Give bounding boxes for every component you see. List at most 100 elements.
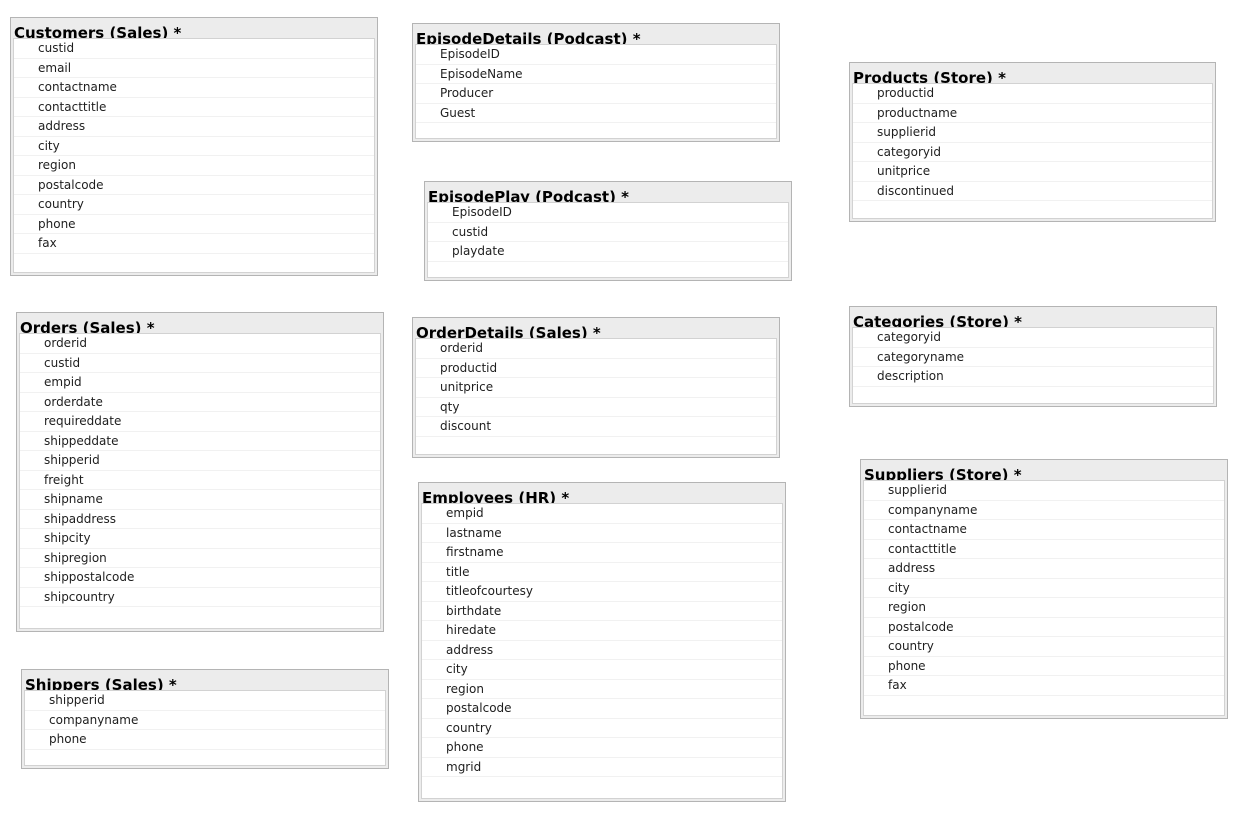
column-row[interactable]: country <box>864 637 1224 657</box>
table-orderdetails[interactable]: OrderDetails (Sales) * orderid productid u… <box>412 317 780 458</box>
column-row[interactable]: postalcode <box>422 699 782 719</box>
column-row[interactable]: fax <box>14 234 374 254</box>
column-row[interactable]: orderid <box>20 334 380 354</box>
column-row[interactable]: orderid <box>416 339 776 359</box>
table-suppliers[interactable]: Suppliers (Store) * supplierid companynam… <box>860 459 1228 719</box>
column-row[interactable]: lastname <box>422 524 782 543</box>
table-title-bar[interactable]: OrderDetails (Sales) * <box>415 318 777 338</box>
column-row[interactable]: productid <box>416 359 776 378</box>
column-row[interactable]: empid <box>422 504 782 524</box>
column-row[interactable]: custid <box>428 223 788 242</box>
column-row[interactable]: birthdate <box>422 602 782 621</box>
column-row[interactable]: address <box>422 641 782 660</box>
column-list[interactable]: EpisodeID custid playdate <box>427 202 789 278</box>
column-row[interactable]: fax <box>864 676 1224 696</box>
column-row[interactable]: Producer <box>416 84 776 104</box>
column-row[interactable]: shipperid <box>20 451 380 471</box>
column-row[interactable]: contactname <box>864 520 1224 540</box>
table-title-bar[interactable]: Orders (Sales) * <box>19 313 381 333</box>
column-row[interactable]: hiredate <box>422 621 782 641</box>
column-row[interactable]: shipperid <box>25 691 385 711</box>
column-list[interactable]: orderid custid empid orderdate requireddate s… <box>19 333 381 629</box>
column-row[interactable]: mgrid <box>422 758 782 777</box>
column-row[interactable]: shipaddress <box>20 510 380 529</box>
column-row[interactable]: city <box>14 137 374 156</box>
column-row[interactable]: phone <box>25 730 385 750</box>
column-row[interactable]: address <box>864 559 1224 579</box>
column-row[interactable]: empid <box>20 373 380 393</box>
column-row[interactable]: phone <box>422 738 782 758</box>
table-title-bar[interactable]: Customers (Sales) * <box>13 18 375 38</box>
column-row[interactable]: shipregion <box>20 549 380 568</box>
column-row[interactable]: supplierid <box>864 481 1224 501</box>
column-row[interactable]: phone <box>864 657 1224 676</box>
table-title-bar[interactable]: Suppliers (Store) * <box>863 460 1225 480</box>
column-row[interactable]: requireddate <box>20 412 380 432</box>
column-row[interactable]: shipname <box>20 490 380 510</box>
column-row[interactable]: playdate <box>428 242 788 262</box>
column-row[interactable]: companyname <box>25 711 385 730</box>
table-title-bar[interactable]: Products (Store) * <box>852 63 1213 83</box>
column-row[interactable]: unitprice <box>853 162 1212 182</box>
table-title-bar[interactable]: Shippers (Sales) * <box>24 670 386 690</box>
column-row[interactable]: shippeddate <box>20 432 380 451</box>
column-row[interactable]: productid <box>853 84 1212 104</box>
table-title-bar[interactable]: Employees (HR) * <box>421 483 783 503</box>
column-row[interactable]: custid <box>14 39 374 59</box>
column-row[interactable]: phone <box>14 215 374 234</box>
column-row[interactable]: discount <box>416 417 776 437</box>
column-row[interactable]: shippostalcode <box>20 568 380 588</box>
column-list[interactable]: empid lastname firstname title titleofcourte… <box>421 503 783 799</box>
table-title-bar[interactable]: Categories (Store) * <box>852 307 1214 327</box>
column-row[interactable]: discontinued <box>853 182 1212 201</box>
column-list[interactable]: EpisodeID EpisodeName Producer Guest <box>415 44 777 139</box>
table-employees[interactable]: Employees (HR) * empid lastname firstname t… <box>418 482 786 802</box>
column-list[interactable]: categoryid categoryname description <box>852 327 1214 404</box>
column-list[interactable]: shipperid companyname phone <box>24 690 386 766</box>
column-row[interactable]: region <box>14 156 374 176</box>
table-title-bar[interactable]: EpisodePlay (Podcast) * <box>427 182 789 202</box>
column-row[interactable]: postalcode <box>864 618 1224 637</box>
column-list[interactable]: custid email contactname contacttitle addres… <box>13 38 375 273</box>
column-row[interactable]: unitprice <box>416 378 776 398</box>
column-row[interactable]: categoryname <box>853 348 1213 367</box>
column-row[interactable]: categoryid <box>853 143 1212 162</box>
column-row[interactable]: custid <box>20 354 380 373</box>
column-row[interactable]: EpisodeID <box>416 45 776 65</box>
column-row[interactable]: companyname <box>864 501 1224 520</box>
column-row[interactable]: country <box>14 195 374 215</box>
table-episodedetails[interactable]: EpisodeDetails (Podcast) * EpisodeID Epis… <box>412 23 780 142</box>
column-list[interactable]: orderid productid unitprice qty discount <box>415 338 777 455</box>
column-list[interactable]: productid productname supplierid categoryid… <box>852 83 1213 219</box>
column-row[interactable]: firstname <box>422 543 782 563</box>
column-row[interactable]: shipcity <box>20 529 380 549</box>
column-list[interactable]: supplierid companyname contactname contactt… <box>863 480 1225 716</box>
column-row[interactable]: Guest <box>416 104 776 123</box>
column-row[interactable]: EpisodeID <box>428 203 788 223</box>
column-row[interactable]: description <box>853 367 1213 387</box>
column-row[interactable]: titleofcourtesy <box>422 582 782 602</box>
table-customers[interactable]: Customers (Sales) * custid email contactna… <box>10 17 378 276</box>
column-row[interactable]: contacttitle <box>864 540 1224 559</box>
column-row[interactable]: country <box>422 719 782 738</box>
column-row[interactable]: email <box>14 59 374 78</box>
column-row[interactable]: freight <box>20 471 380 490</box>
column-row[interactable]: city <box>422 660 782 680</box>
column-row[interactable]: productname <box>853 104 1212 123</box>
table-title-bar[interactable]: EpisodeDetails (Podcast) * <box>415 24 777 44</box>
column-row[interactable]: shipcountry <box>20 588 380 607</box>
table-episodeplay[interactable]: EpisodePlay (Podcast) * EpisodeID custid p… <box>424 181 792 281</box>
column-row[interactable]: title <box>422 563 782 582</box>
table-categories[interactable]: Categories (Store) * categoryid categoryn… <box>849 306 1217 407</box>
column-row[interactable]: address <box>14 117 374 137</box>
column-row[interactable]: EpisodeName <box>416 65 776 84</box>
column-row[interactable]: region <box>864 598 1224 618</box>
column-row[interactable]: region <box>422 680 782 699</box>
column-row[interactable]: categoryid <box>853 328 1213 348</box>
table-orders[interactable]: Orders (Sales) * orderid custid empid order… <box>16 312 384 632</box>
column-row[interactable]: supplierid <box>853 123 1212 143</box>
column-row[interactable]: orderdate <box>20 393 380 412</box>
column-row[interactable]: postalcode <box>14 176 374 195</box>
table-shippers[interactable]: Shippers (Sales) * shipperid companyname p… <box>21 669 389 769</box>
column-row[interactable]: contactname <box>14 78 374 98</box>
